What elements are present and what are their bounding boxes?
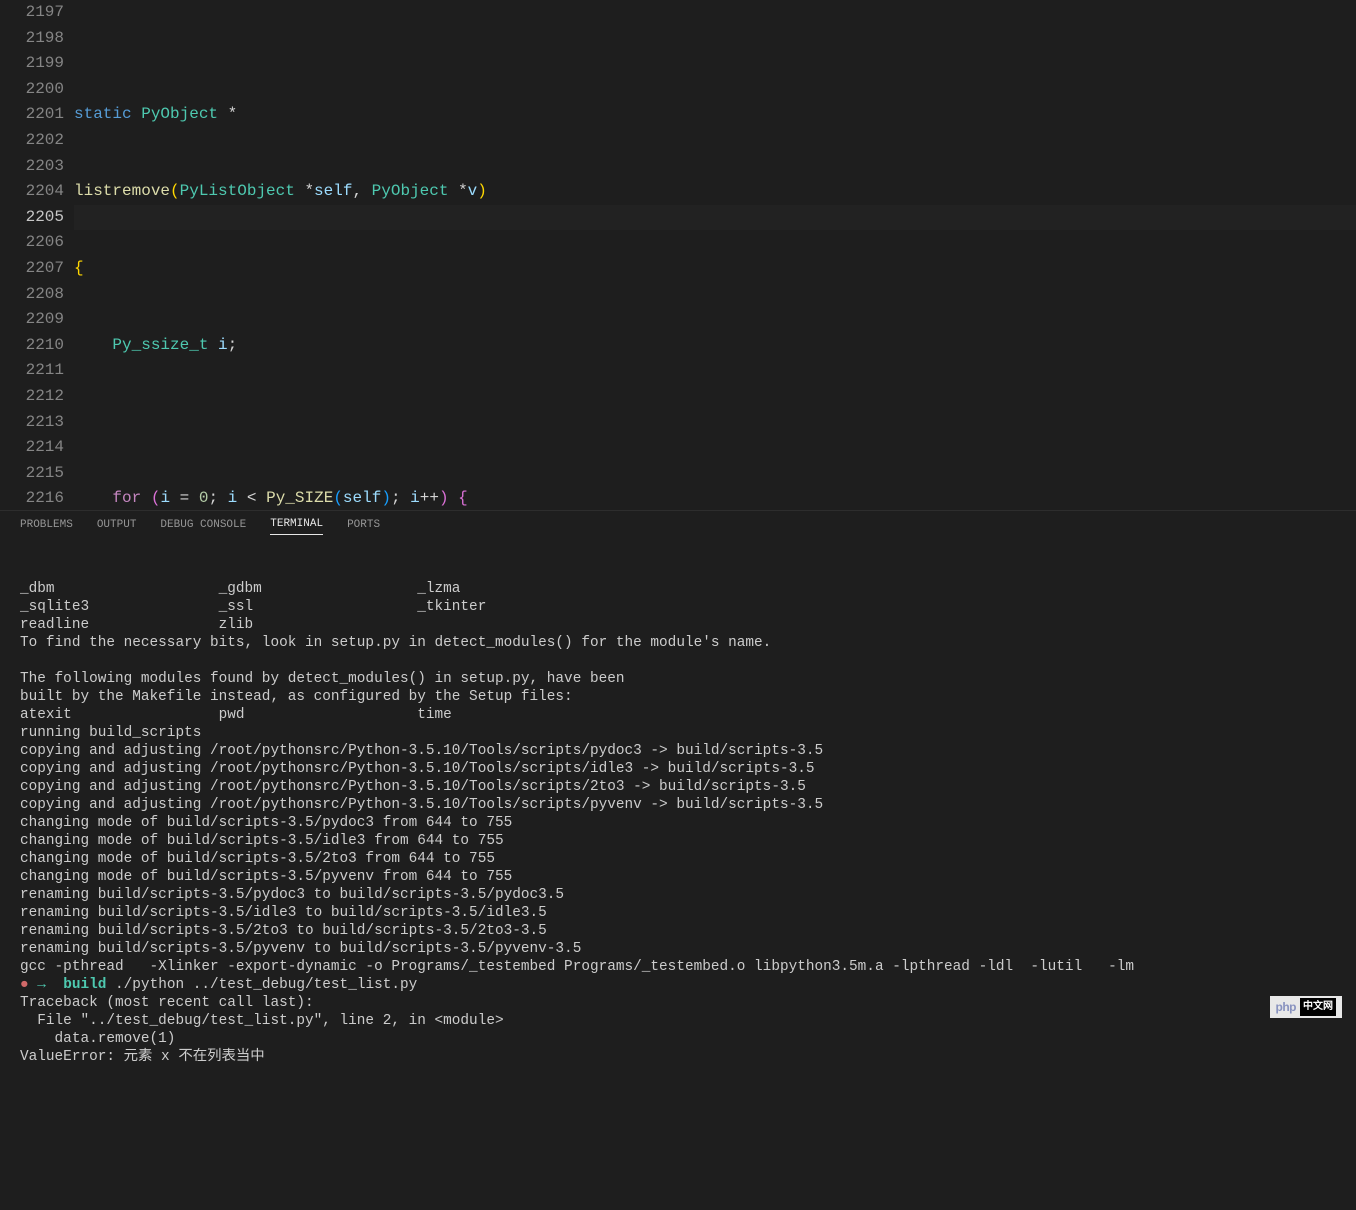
terminal-prompt-line[interactable]: ● → build ./python ../test_debug/test_li… <box>20 976 1336 994</box>
token-op: * <box>218 105 237 123</box>
tab-output[interactable]: OUTPUT <box>97 519 137 535</box>
prompt-arrow-icon: → <box>37 977 54 993</box>
watermark-badge: php 中文网 <box>1270 996 1343 1018</box>
code-area[interactable]: static PyObject * listremove(PyListObjec… <box>74 0 1356 510</box>
prompt-cwd: build <box>55 977 107 993</box>
token-keyword: for <box>112 489 141 507</box>
badge-logo: php <box>1276 998 1297 1016</box>
tab-problems[interactable]: PROBLEMS <box>20 519 73 535</box>
brace-open: { <box>74 259 84 277</box>
paren-close: ) <box>477 182 487 200</box>
line-number-gutter: 2197219821992200220122022203220422052206… <box>8 0 74 510</box>
token-type: Py_ssize_t <box>112 336 208 354</box>
blank-line <box>74 410 1356 436</box>
token-keyword: static <box>74 105 132 123</box>
prompt-command: ./python ../test_debug/test_list.py <box>106 977 417 993</box>
token-type: PyListObject <box>180 182 295 200</box>
token-fn: listremove <box>74 182 170 200</box>
token-var: self <box>314 182 352 200</box>
code-editor[interactable]: 2197219821992200220122022203220422052206… <box>0 0 1356 510</box>
terminal-output: _dbm _gdbm _lzma _sqlite3 _ssl _tkinter … <box>20 580 1336 976</box>
badge-text: 中文网 <box>1300 998 1336 1016</box>
prompt-status-icon: ● <box>20 977 29 993</box>
token-type: PyObject <box>372 182 449 200</box>
editor-fold-column <box>0 0 8 510</box>
tab-debug-console[interactable]: DEBUG CONSOLE <box>160 519 246 535</box>
tab-ports[interactable]: PORTS <box>347 519 380 535</box>
token-var: v <box>468 182 478 200</box>
tab-terminal[interactable]: TERMINAL <box>270 518 323 535</box>
current-line-highlight <box>74 205 1356 231</box>
bottom-panel-tabs: PROBLEMS OUTPUT DEBUG CONSOLE TERMINAL P… <box>0 510 1356 538</box>
terminal[interactable]: php 中文网 _dbm _gdbm _lzma _sqlite3 _ssl _… <box>0 538 1356 1210</box>
token-type: PyObject <box>141 105 218 123</box>
terminal-traceback: Traceback (most recent call last): File … <box>20 994 1336 1066</box>
paren-open: ( <box>170 182 180 200</box>
token-var: i <box>218 336 228 354</box>
